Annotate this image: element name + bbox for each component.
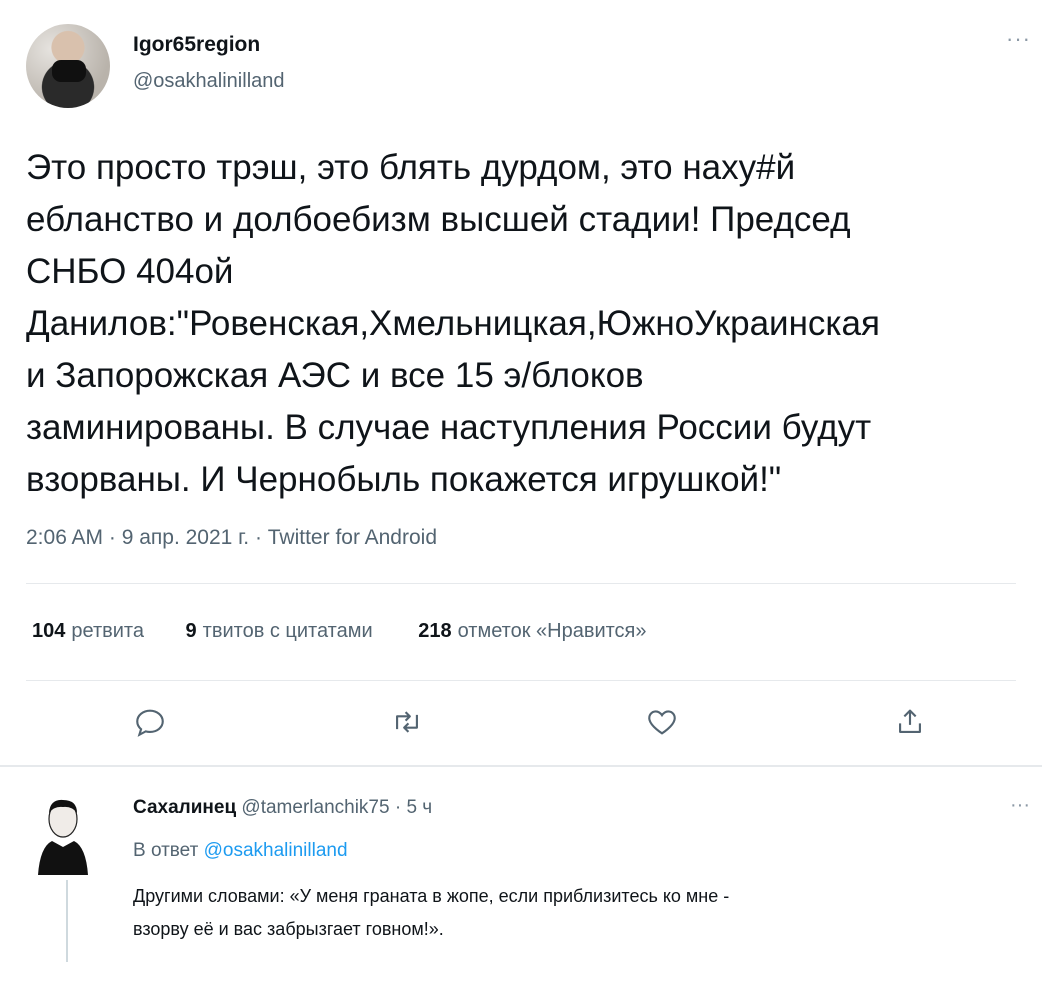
reply-text-line: взорву её и вас забрызгает говном!». (133, 919, 444, 939)
quotes-stat[interactable]: 9 твитов с цитатами (186, 620, 373, 643)
quotes-label: твитов с цитатами (202, 620, 373, 642)
retweet-icon[interactable] (390, 705, 424, 739)
like-icon[interactable] (645, 705, 679, 739)
tweet-stats: 104 ретвита 9 твитов с цитатами 218 отметок… (32, 620, 647, 643)
divider (26, 583, 1016, 584)
reply-to-mention[interactable]: @osakhalinilland (204, 840, 348, 861)
reply-to-prefix: В ответ (133, 840, 199, 861)
likes-label: отметок «Нравится» (457, 620, 647, 642)
reply-more-options-icon[interactable]: ··· (1010, 794, 1030, 817)
reply-time[interactable]: · 5 ч (395, 797, 432, 818)
tweet-page: Igor65region @osakhalinilland ··· Это пр… (0, 0, 1042, 990)
tweet-text-line: СНБО 404ой (26, 252, 234, 291)
author-handle[interactable]: @osakhalinilland (133, 70, 285, 93)
reply-author-name[interactable]: Сахалинец (133, 797, 236, 818)
thread-line (66, 880, 68, 970)
quotes-count: 9 (185, 620, 197, 642)
reply-text: Другими словами: «У меня граната в жопе,… (133, 880, 1023, 946)
author-avatar[interactable] (26, 24, 110, 108)
retweets-label: ретвита (71, 620, 144, 642)
more-options-icon[interactable]: ··· (1006, 26, 1031, 52)
reply-to: В ответ @osakhalinilland (133, 840, 348, 862)
tweet-text: Это просто трэш, это блять дурдом, это н… (26, 142, 1026, 506)
tweet-text-line: взорваны. И Чернобыль покажется игрушкой… (26, 460, 782, 499)
share-icon[interactable] (893, 705, 927, 739)
divider (26, 680, 1016, 681)
tweet-text-line: Данилов:"Ровенская,Хмельницкая,ЮжноУкраи… (26, 304, 880, 343)
reply-text-line: Другими словами: «У меня граната в жопе,… (133, 886, 730, 906)
reply-header: Сахалинец @tamerlanchik75 · 5 ч (133, 797, 432, 819)
likes-count: 218 (418, 620, 452, 642)
tweet-text-line: ебланство и долбоебизм высшей стадии! Пр… (26, 200, 851, 239)
bottom-edge (0, 962, 1042, 990)
section-divider (0, 765, 1042, 767)
tweet-text-line: и Запорожская АЭС и все 15 э/блоков (26, 356, 644, 395)
face-mask-graphic (52, 60, 86, 82)
reply-author-avatar[interactable] (36, 795, 90, 875)
likes-stat[interactable]: 218 отметок «Нравится» (418, 620, 646, 643)
author-name[interactable]: Igor65region (133, 33, 260, 57)
retweets-stat[interactable]: 104 ретвита (32, 620, 144, 643)
reply-icon[interactable] (133, 705, 167, 739)
reply-author-handle[interactable]: @tamerlanchik75 (241, 797, 389, 818)
tweet-timestamp[interactable]: 2:06 AM · 9 апр. 2021 г. · Twitter for A… (26, 526, 437, 550)
retweets-count: 104 (32, 620, 66, 642)
tweet-text-line: Это просто трэш, это блять дурдом, это н… (26, 148, 796, 187)
tweet-text-line: заминированы. В случае наступления Росси… (26, 408, 872, 447)
